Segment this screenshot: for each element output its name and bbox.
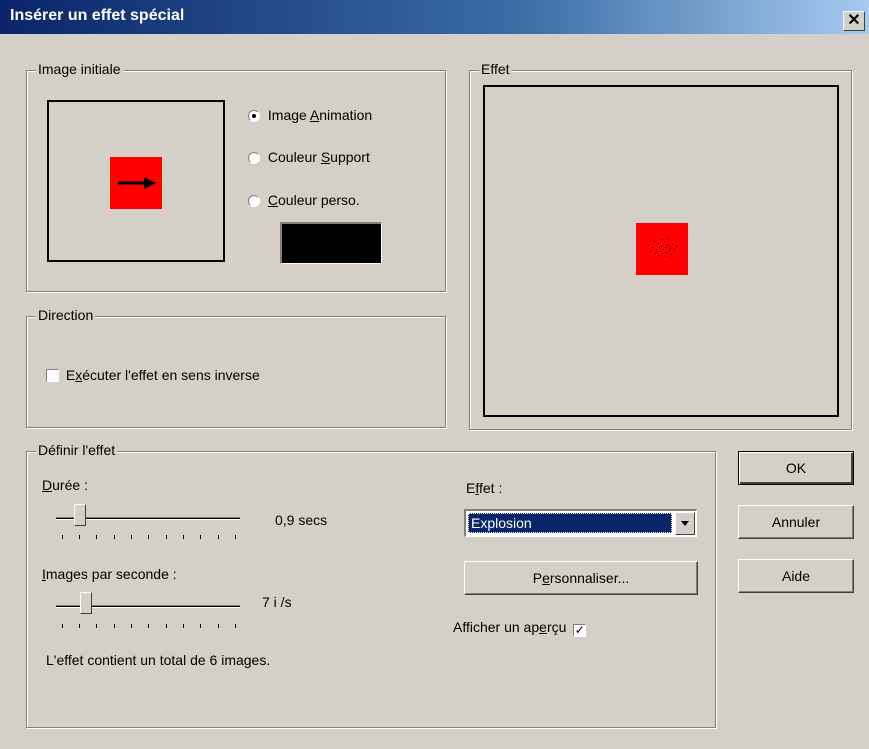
effet-select-label: Effet :: [466, 480, 503, 496]
reverse-effect-checkbox[interactable]: Exécuter l'effet en sens inverse: [46, 367, 260, 383]
close-button[interactable]: ✕: [843, 11, 865, 31]
effect-thumbnail: [636, 223, 688, 275]
duree-slider[interactable]: [56, 498, 240, 544]
personnaliser-button[interactable]: Personnaliser...: [464, 561, 698, 595]
effet-select-value[interactable]: Explosion: [468, 513, 672, 533]
chevron-down-icon: [681, 521, 689, 526]
images-par-seconde-slider-thumb[interactable]: [80, 592, 92, 614]
images-par-seconde-slider[interactable]: [56, 586, 240, 632]
apercu-checkbox[interactable]: Afficher un aperçu ✓: [453, 619, 587, 637]
effect-preview-area: [483, 85, 839, 417]
animation-thumbnail: [110, 157, 162, 209]
effet-preview-legend: Effet: [479, 61, 512, 77]
total-images-text: L'effet contient un total de 6 images.: [46, 652, 271, 668]
checkmark-icon: ✓: [574, 623, 585, 637]
explosion-particles-icon: [648, 238, 677, 257]
custom-color-swatch[interactable]: [280, 222, 382, 264]
window-title: Insérer un effet spécial: [10, 7, 185, 24]
images-par-seconde-slider-ticks: [62, 624, 236, 629]
checkbox[interactable]: ✓: [573, 623, 587, 637]
radio-couleur-perso[interactable]: Couleur perso.: [248, 192, 360, 208]
duree-slider-thumb[interactable]: [74, 504, 86, 526]
annuler-button[interactable]: Annuler: [738, 505, 854, 539]
definir-effet-legend: Définir l'effet: [36, 442, 118, 458]
duree-value: 0,9 secs: [275, 512, 328, 528]
initial-image-preview: [47, 100, 225, 262]
close-icon: ✕: [847, 12, 861, 29]
arrow-right-icon: [118, 177, 156, 189]
images-par-seconde-value: 7 i /s: [262, 594, 292, 610]
duree-label: Durée :: [42, 477, 88, 493]
radio-button[interactable]: [248, 110, 260, 122]
radio-image-animation[interactable]: Image Animation: [248, 107, 372, 123]
images-par-seconde-label: Images par seconde :: [42, 566, 177, 582]
radio-couleur-support[interactable]: Couleur Support: [248, 149, 370, 165]
radio-button[interactable]: [248, 152, 260, 164]
radio-button[interactable]: [248, 195, 260, 207]
direction-legend: Direction: [36, 307, 96, 323]
image-initiale-legend: Image initiale: [36, 61, 123, 77]
checkbox[interactable]: [46, 369, 59, 382]
duree-slider-ticks: [62, 535, 236, 540]
effet-select[interactable]: Explosion: [464, 509, 697, 537]
effet-select-dropdown-button[interactable]: [675, 512, 695, 535]
ok-button[interactable]: OK: [738, 451, 854, 485]
aide-button[interactable]: Aide: [738, 559, 854, 593]
